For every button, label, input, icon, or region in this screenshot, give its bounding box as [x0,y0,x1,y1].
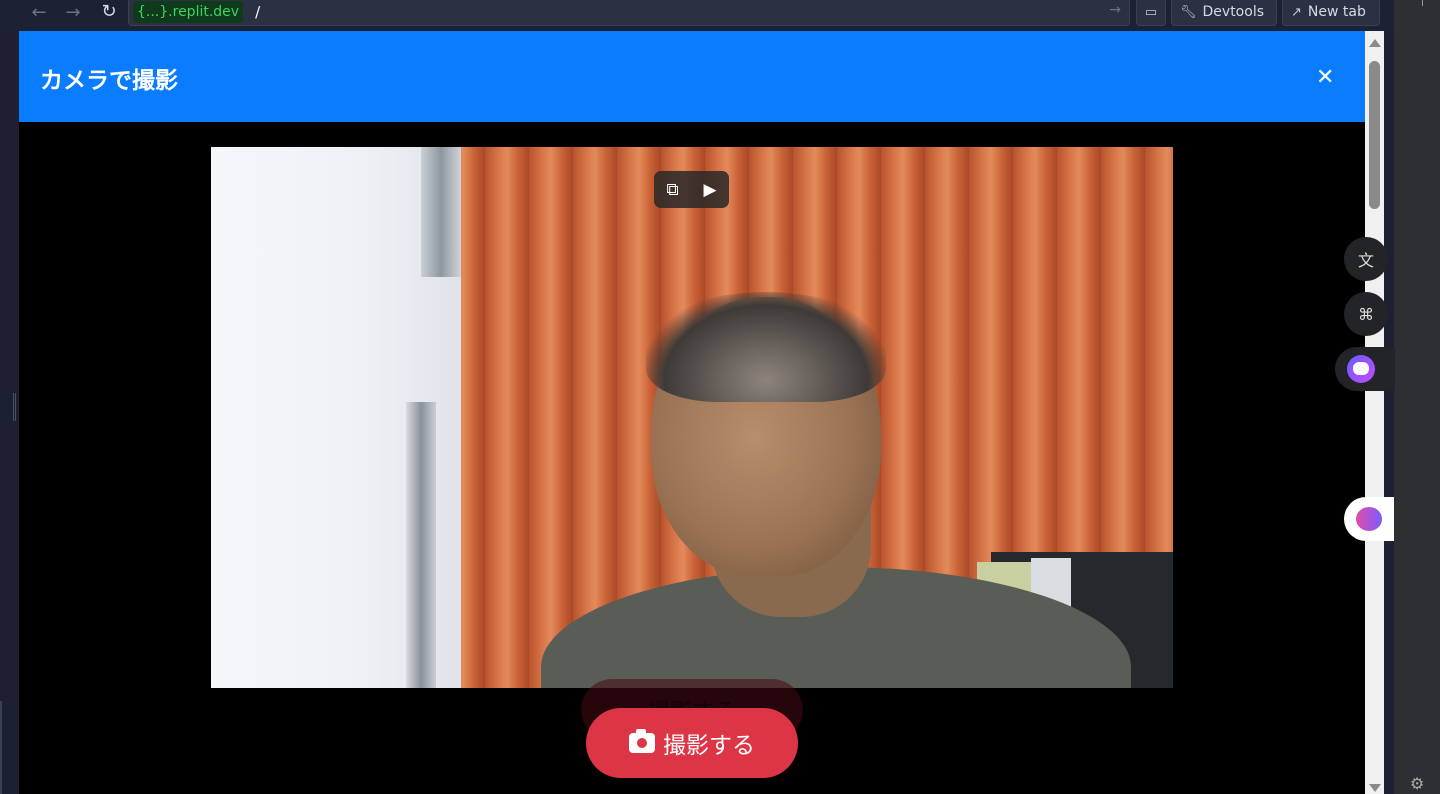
vertical-scrollbar[interactable] [1365,31,1384,794]
divider [0,701,2,794]
panel-gap [1384,31,1394,794]
url-path: / [255,3,261,21]
modal-title: カメラで撮影 [40,68,178,94]
translate-icon: 文 [1357,251,1374,270]
arrow-right-icon: → [65,1,81,23]
monitor-icon: ▭ [1144,4,1158,20]
gear-icon[interactable]: ⚙ [1410,774,1424,793]
app-viewport: カメラで撮影 ✕ ⧉ ▶︎ 撮影する 撮影する [19,31,1365,794]
arrow-left-icon: ← [31,1,47,23]
right-side-panel: ⚙ [1394,0,1440,794]
brain-icon [1356,507,1382,531]
close-button[interactable]: ✕ [1316,65,1334,90]
assistant-face-icon [1347,355,1375,383]
wrench-icon: 🔧︎ [1180,4,1197,20]
reload-button[interactable]: ↻ [92,0,126,23]
camera-preview: ⧉ ▶︎ [211,147,1173,688]
camera-icon [629,729,655,753]
url-domain: {...} .replit.dev [133,1,244,23]
back-button[interactable]: ← [22,0,56,24]
devtools-label: Devtools [1202,4,1264,20]
reload-icon: ↻ [101,0,117,22]
apps-grid-icon: ⌘ [1358,304,1374,324]
url-bar[interactable]: {...} .replit.dev / → [128,0,1130,26]
resize-handle[interactable] [13,393,16,421]
device-preview-button[interactable]: ▭ [1136,0,1166,26]
scroll-down-icon[interactable] [1369,784,1381,792]
scrollbar-thumb[interactable] [1369,61,1380,209]
capture-button-label: 撮影する [663,733,755,759]
browser-toolbar: ← → ↻ {...} .replit.dev / → ▭ 🔧︎ Devtools… [0,0,1394,31]
devtools-button[interactable]: 🔧︎ Devtools [1171,0,1277,26]
apps-button[interactable]: ⌘ [1344,292,1388,336]
url-domain-text: .replit.dev [168,4,240,20]
assistant-button[interactable] [1335,347,1395,391]
external-link-icon: ↗ [1291,4,1302,20]
brain-button[interactable] [1344,497,1394,541]
video-sparkle-icon[interactable]: ▶︎ [703,180,716,200]
translate-button[interactable]: 文 [1344,237,1388,281]
scroll-up-icon[interactable] [1369,39,1381,47]
divider [1422,0,1423,6]
arrow-right-icon[interactable]: → [1109,2,1121,18]
modal-header: カメラで撮影 ✕ [19,31,1365,122]
exit-pip-icon[interactable]: ⧉ [666,180,678,200]
camera-frame-window-frame [421,147,461,277]
left-panel-edge [0,31,19,794]
video-overlay-controls: ⧉ ▶︎ [654,171,729,208]
new-tab-label: New tab [1307,4,1366,20]
camera-frame-window-frame [406,402,436,688]
camera-frame-person [646,292,886,402]
capture-button[interactable]: 撮影する [586,708,798,778]
close-icon: ✕ [1316,65,1335,90]
new-tab-button[interactable]: ↗ New tab [1282,0,1380,26]
forward-button[interactable]: → [56,0,90,24]
url-domain-brace: {...} [137,4,169,20]
